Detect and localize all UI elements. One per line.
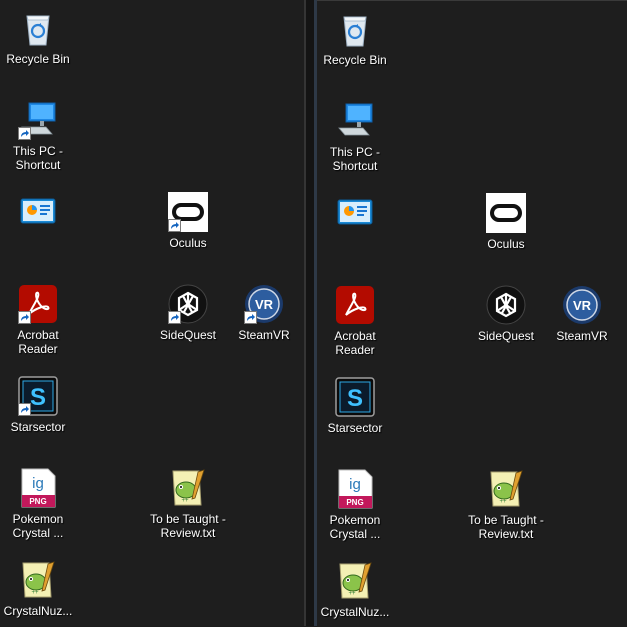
notepad-plus-plus-icon: ++ [335,561,375,601]
to-be-taught-review-txt-file[interactable]: ++ To be Taught - Review.txt [150,468,226,540]
oculus-icon [168,192,208,232]
png-file-icon: ig PNG [335,469,375,509]
this-pc-shortcut[interactable]: This PC - Shortcut [317,101,393,173]
shortcut-arrow-icon [168,311,181,324]
icon-label: CrystalNuz... [320,605,390,619]
svg-text:ig: ig [32,475,44,492]
icon-label: Acrobat Reader [334,329,376,357]
this-pc-icon [18,100,58,140]
svg-text:++: ++ [31,590,39,596]
recycle-bin-icon [18,8,58,48]
icon-label: To be Taught - Review.txt [468,513,544,541]
svg-text:++: ++ [348,591,356,597]
desktop-right: Recycle Bin This PC - Shortcut Oculus Ac… [317,0,627,627]
crystalnuz-file[interactable]: ++ CrystalNuz... [317,561,393,619]
svg-text:++: ++ [181,498,189,504]
sidequest-icon [168,284,208,324]
icon-label: This PC - Shortcut [329,145,380,173]
acrobat-reader-icon [18,284,58,324]
icon-label: SideQuest [477,329,535,343]
icon-label: Recycle Bin [6,52,70,66]
shortcut-arrow-icon [168,219,181,232]
desktop-left: Recycle Bin This PC - Shortcut Oculus Ac… [0,0,304,626]
shortcut-arrow-icon [18,311,31,324]
svg-text:VR: VR [255,297,274,312]
svg-text:VR: VR [573,298,592,313]
pokemon-crystal-png-file[interactable]: ig PNG Pokemon Crystal ... [0,468,76,540]
steamvr-icon: VR [244,284,284,324]
shortcut-arrow-icon [18,403,31,416]
icon-label: SteamVR [238,328,290,342]
oculus-icon [486,193,526,233]
icon-label: Starsector [327,421,383,435]
pokemon-crystal-png-file[interactable]: ig PNG Pokemon Crystal ... [317,469,393,541]
oculus-shortcut[interactable]: Oculus [150,192,226,250]
starsector-shortcut[interactable]: S Starsector [317,377,393,435]
starsector-icon: S [335,377,375,417]
recycle-bin-shortcut[interactable]: Recycle Bin [317,9,393,67]
icon-label: Oculus [487,237,525,251]
shortcut-arrow-icon [244,311,257,324]
notepad-plus-plus-icon: ++ [18,560,58,600]
icon-label: Pokemon Crystal ... [12,512,64,540]
acrobat-reader-shortcut[interactable]: Acrobat Reader [0,284,76,356]
icon-label: Acrobat Reader [17,328,59,356]
icon-label: SteamVR [556,329,608,343]
steamvr-shortcut[interactable]: VR SteamVR [544,285,620,343]
icon-label: SideQuest [159,328,217,342]
shortcut-arrow-icon [18,127,31,140]
icon-label: Starsector [10,420,66,434]
steamvr-icon: VR [562,285,602,325]
panel-divider [306,0,314,626]
steamvr-shortcut[interactable]: VR SteamVR [226,284,302,342]
recycle-bin-shortcut[interactable]: Recycle Bin [0,8,76,66]
svg-text:++: ++ [499,499,507,505]
crystalnuz-file[interactable]: ++ CrystalNuz... [0,560,76,618]
control-panel-shortcut[interactable] [317,193,393,237]
starsector-icon: S [18,376,58,416]
this-pc-icon [335,101,375,141]
icon-label: Recycle Bin [323,53,387,67]
notepad-plus-plus-icon: ++ [168,468,208,508]
to-be-taught-review-txt-file[interactable]: ++ To be Taught - Review.txt [468,469,544,541]
png-file-icon: ig PNG [18,468,58,508]
icon-label: CrystalNuz... [3,604,73,618]
icon-label: To be Taught - Review.txt [150,512,226,540]
acrobat-reader-icon [335,285,375,325]
svg-text:ig: ig [349,476,361,493]
icon-label: Oculus [169,236,207,250]
control-panel-icon [335,193,375,233]
sidequest-shortcut[interactable]: SideQuest [150,284,226,342]
icon-label: Pokemon Crystal ... [329,513,381,541]
acrobat-reader-shortcut[interactable]: Acrobat Reader [317,285,393,357]
icon-label: This PC - Shortcut [12,144,63,172]
oculus-shortcut[interactable]: Oculus [468,193,544,251]
this-pc-shortcut[interactable]: This PC - Shortcut [0,100,76,172]
recycle-bin-icon [335,9,375,49]
control-panel-shortcut[interactable] [0,192,76,236]
notepad-plus-plus-icon: ++ [486,469,526,509]
control-panel-icon [18,192,58,232]
sidequest-shortcut[interactable]: SideQuest [468,285,544,343]
svg-text:PNG: PNG [346,498,363,507]
starsector-shortcut[interactable]: S Starsector [0,376,76,434]
sidequest-icon [486,285,526,325]
svg-text:S: S [347,385,363,412]
svg-text:PNG: PNG [29,497,46,506]
svg-text:S: S [30,384,46,411]
